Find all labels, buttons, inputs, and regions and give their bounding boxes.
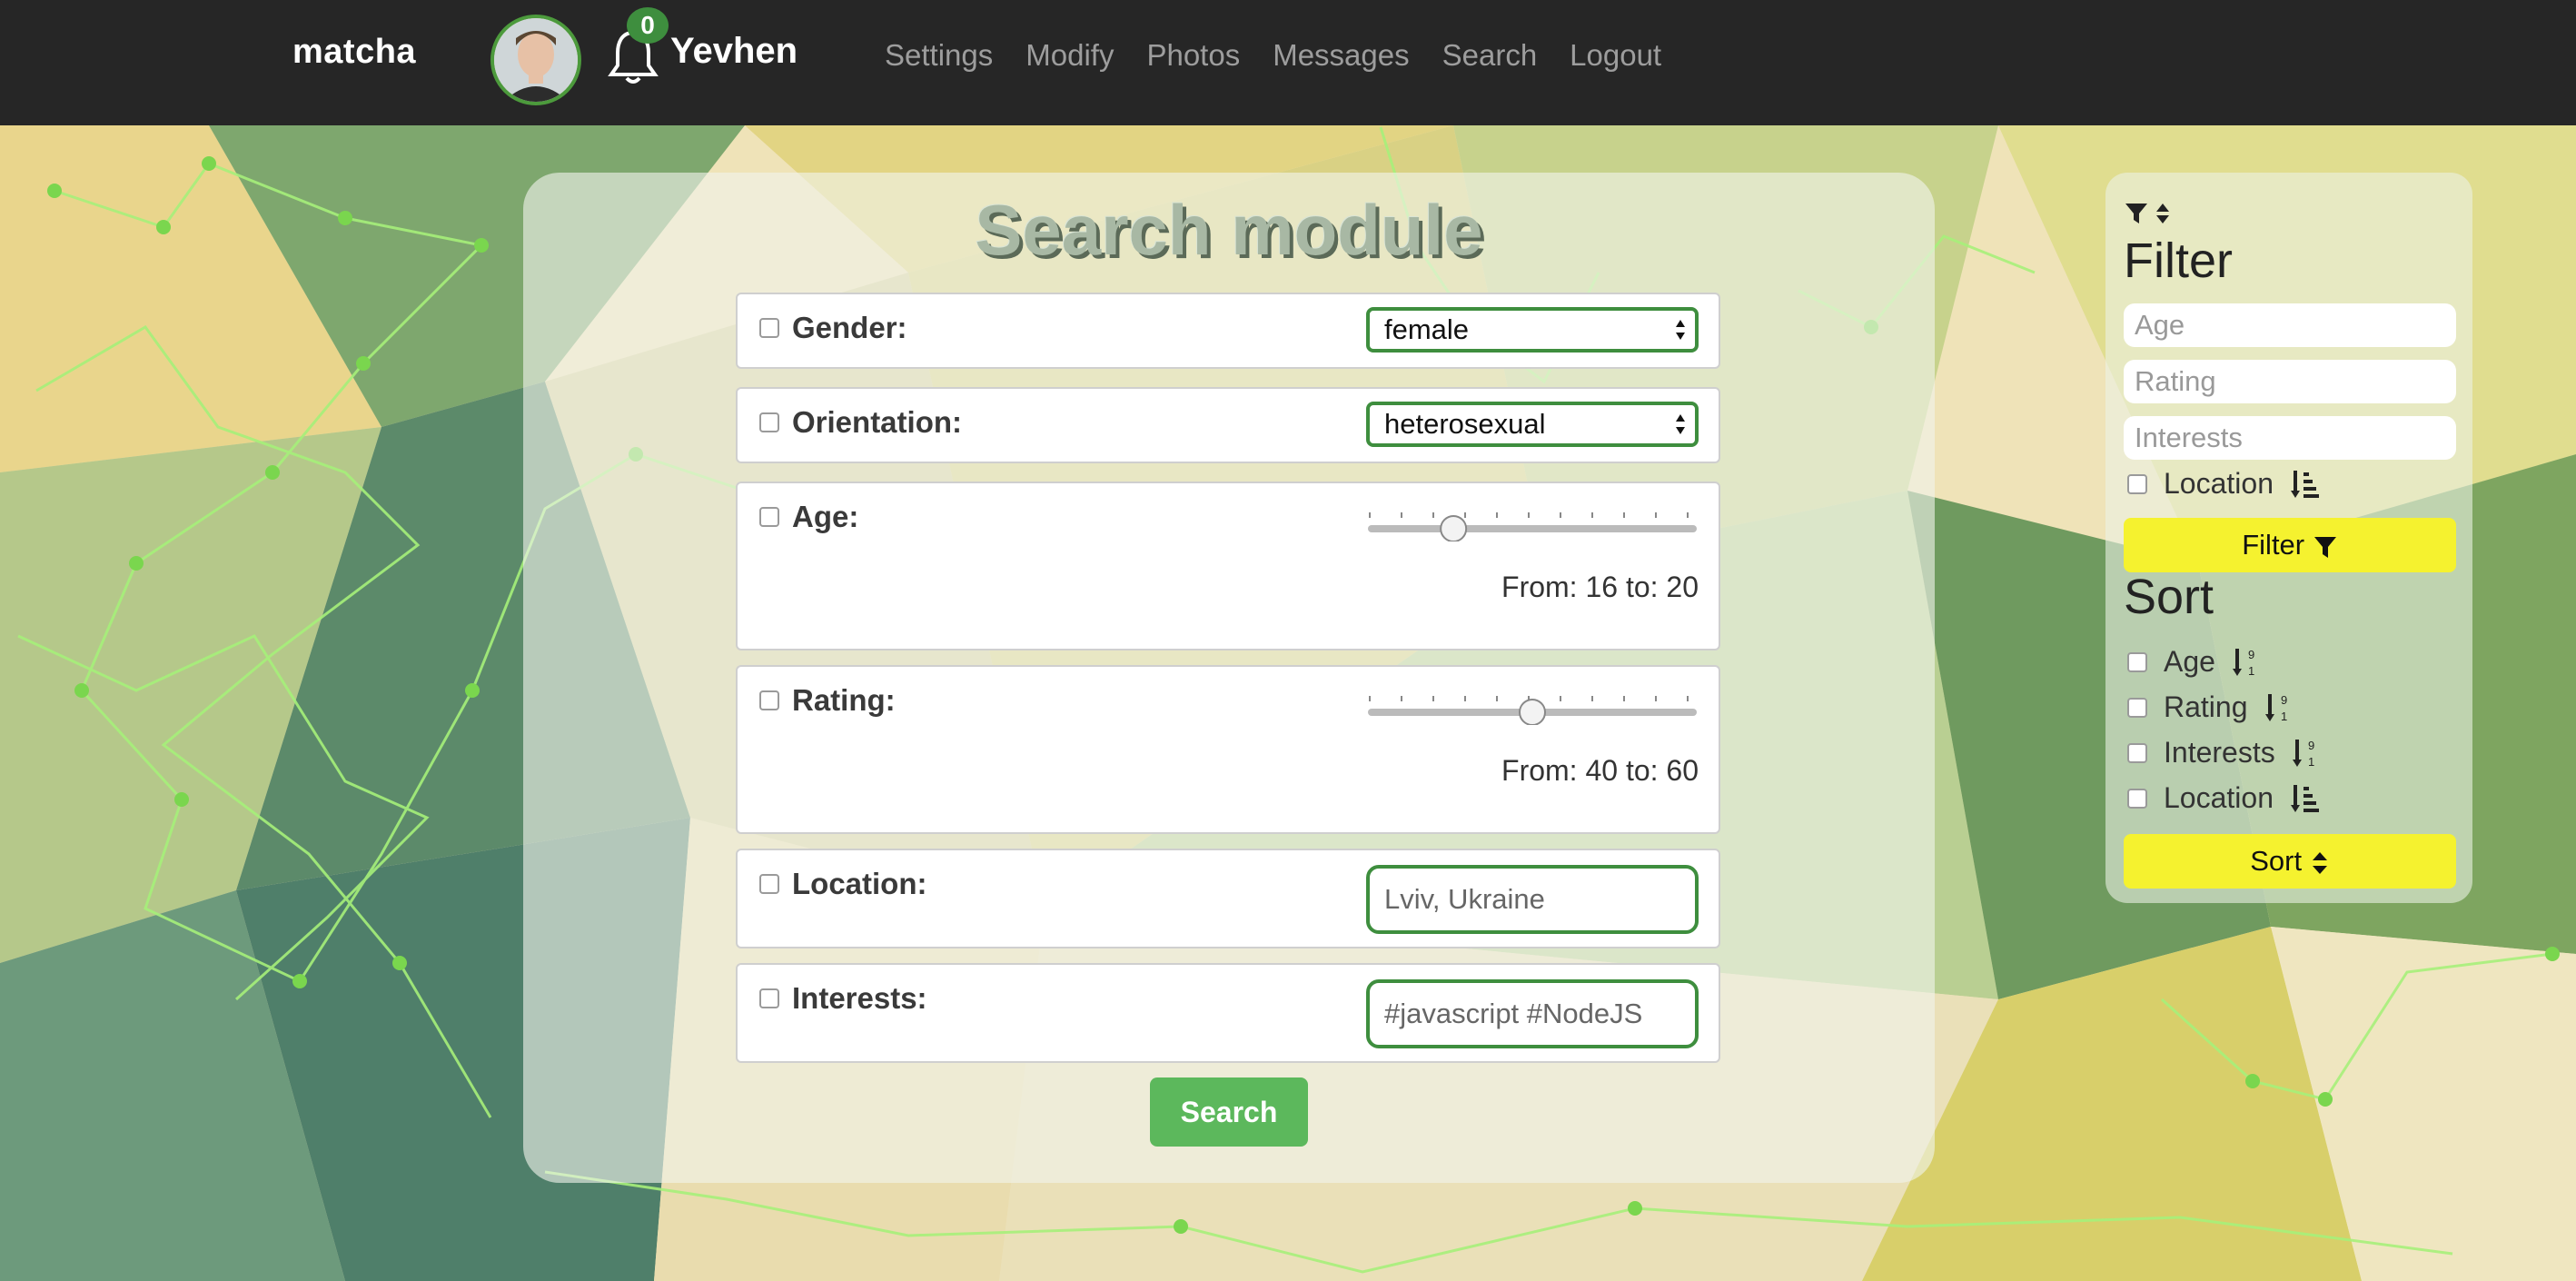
interests-checkbox[interactable] (759, 988, 779, 1008)
sort-rating-checkbox[interactable] (2127, 697, 2147, 718)
filter-heading: Filter (2124, 233, 2233, 288)
nav-link-search[interactable]: Search (1442, 38, 1538, 73)
filter-icon (2313, 536, 2336, 558)
sort-age-label: Age (2164, 645, 2215, 678)
sort-option-interests: Interests 9 1 (2127, 736, 2319, 770)
username[interactable]: Yevhen (670, 31, 798, 72)
sort-numeric-icon: 9 1 (2264, 693, 2287, 723)
interests-label: Interests: (792, 981, 927, 1015)
avatar[interactable] (490, 15, 581, 105)
age-range-text: From: 16 to: 20 (1501, 571, 1699, 603)
gender-select-value: female (1384, 313, 1470, 345)
location-checkbox[interactable] (759, 874, 779, 894)
sort-numeric-icon: 9 1 (2292, 739, 2314, 769)
filter-rating-input[interactable]: Rating (2124, 360, 2456, 403)
sort-age-checkbox[interactable] (2127, 651, 2147, 672)
sort-option-age: Age 9 1 (2127, 645, 2259, 679)
select-arrows-icon (1676, 320, 1685, 340)
sort-button[interactable]: Sort (2124, 834, 2456, 889)
nav-link-messages[interactable]: Messages (1273, 38, 1409, 73)
location-input[interactable]: Lviv, Ukraine (1366, 865, 1699, 934)
sort-amount-icon (2290, 784, 2319, 812)
filter-sort-icon (2125, 204, 2169, 223)
orientation-select[interactable]: heterosexual (1366, 402, 1699, 447)
age-row: Age: From: 16 to: 20 (736, 482, 1720, 650)
sort-location-label: Location (2164, 781, 2274, 814)
sort-numeric-icon: 9 1 (2232, 648, 2254, 678)
filter-button[interactable]: Filter (2124, 518, 2456, 572)
gender-select[interactable]: female (1366, 307, 1699, 353)
sort-amount-icon (2290, 470, 2319, 498)
brand-logo[interactable]: matcha (292, 33, 416, 72)
notification-badge: 0 (627, 7, 669, 44)
age-slider[interactable] (1366, 509, 1699, 541)
svg-text:1: 1 (2248, 664, 2254, 678)
orientation-row: Orientation: heterosexual (736, 387, 1720, 463)
filter-sort-sidebar: Filter Age Rating Interests Location Fil… (2105, 173, 2472, 903)
orientation-select-value: heterosexual (1384, 408, 1546, 440)
nav-links: Settings Modify Photos Messages Search L… (885, 38, 1661, 73)
navbar: matcha 0 Yevhen Settings Modify Photos M… (0, 0, 2576, 125)
select-arrows-icon (1676, 414, 1685, 434)
filter-location-label: Location (2164, 467, 2274, 500)
sort-icon (2312, 851, 2327, 874)
nav-link-photos[interactable]: Photos (1146, 38, 1240, 73)
interests-input[interactable]: #javascript #NodeJS (1366, 979, 1699, 1048)
location-label: Location: (792, 867, 927, 900)
gender-label: Gender: (792, 311, 907, 344)
sort-heading: Sort (2124, 570, 2214, 624)
nav-link-modify[interactable]: Modify (1025, 38, 1114, 73)
age-checkbox[interactable] (759, 507, 779, 527)
filter-location-checkbox[interactable] (2127, 473, 2147, 494)
svg-text:9: 9 (2281, 693, 2287, 707)
filter-interests-input[interactable]: Interests (2124, 416, 2456, 460)
svg-text:1: 1 (2281, 710, 2287, 723)
gender-row: Gender: female (736, 293, 1720, 369)
interests-row: Interests: #javascript #NodeJS (736, 963, 1720, 1063)
svg-text:1: 1 (2308, 755, 2314, 769)
filter-location-option: Location (2127, 467, 2319, 501)
nav-link-settings[interactable]: Settings (885, 38, 993, 73)
search-button[interactable]: Search (1150, 1077, 1308, 1147)
sort-interests-label: Interests (2164, 736, 2275, 769)
svg-text:9: 9 (2248, 648, 2254, 661)
filter-age-input[interactable]: Age (2124, 303, 2456, 347)
location-row: Location: Lviv, Ukraine (736, 849, 1720, 948)
sort-interests-checkbox[interactable] (2127, 742, 2147, 763)
nav-link-logout[interactable]: Logout (1570, 38, 1661, 73)
rating-checkbox[interactable] (759, 690, 779, 710)
sort-option-rating: Rating 9 1 (2127, 690, 2292, 724)
rating-range-text: From: 40 to: 60 (1501, 754, 1699, 787)
search-panel: Search module Gender: female Orientation… (523, 173, 1935, 1183)
rating-row: Rating: From: 40 to: 60 (736, 665, 1720, 834)
sort-button-label: Sort (2250, 845, 2303, 877)
svg-text:9: 9 (2308, 739, 2314, 752)
age-label: Age: (792, 500, 859, 533)
filter-button-label: Filter (2242, 529, 2305, 561)
rating-label: Rating: (792, 683, 896, 717)
sort-location-checkbox[interactable] (2127, 788, 2147, 809)
gender-checkbox[interactable] (759, 318, 779, 338)
orientation-label: Orientation: (792, 405, 962, 439)
sort-rating-label: Rating (2164, 690, 2248, 723)
sort-option-location: Location (2127, 781, 2319, 815)
page-title: Search module (975, 190, 1483, 270)
rating-slider[interactable] (1366, 692, 1699, 725)
orientation-checkbox[interactable] (759, 412, 779, 432)
